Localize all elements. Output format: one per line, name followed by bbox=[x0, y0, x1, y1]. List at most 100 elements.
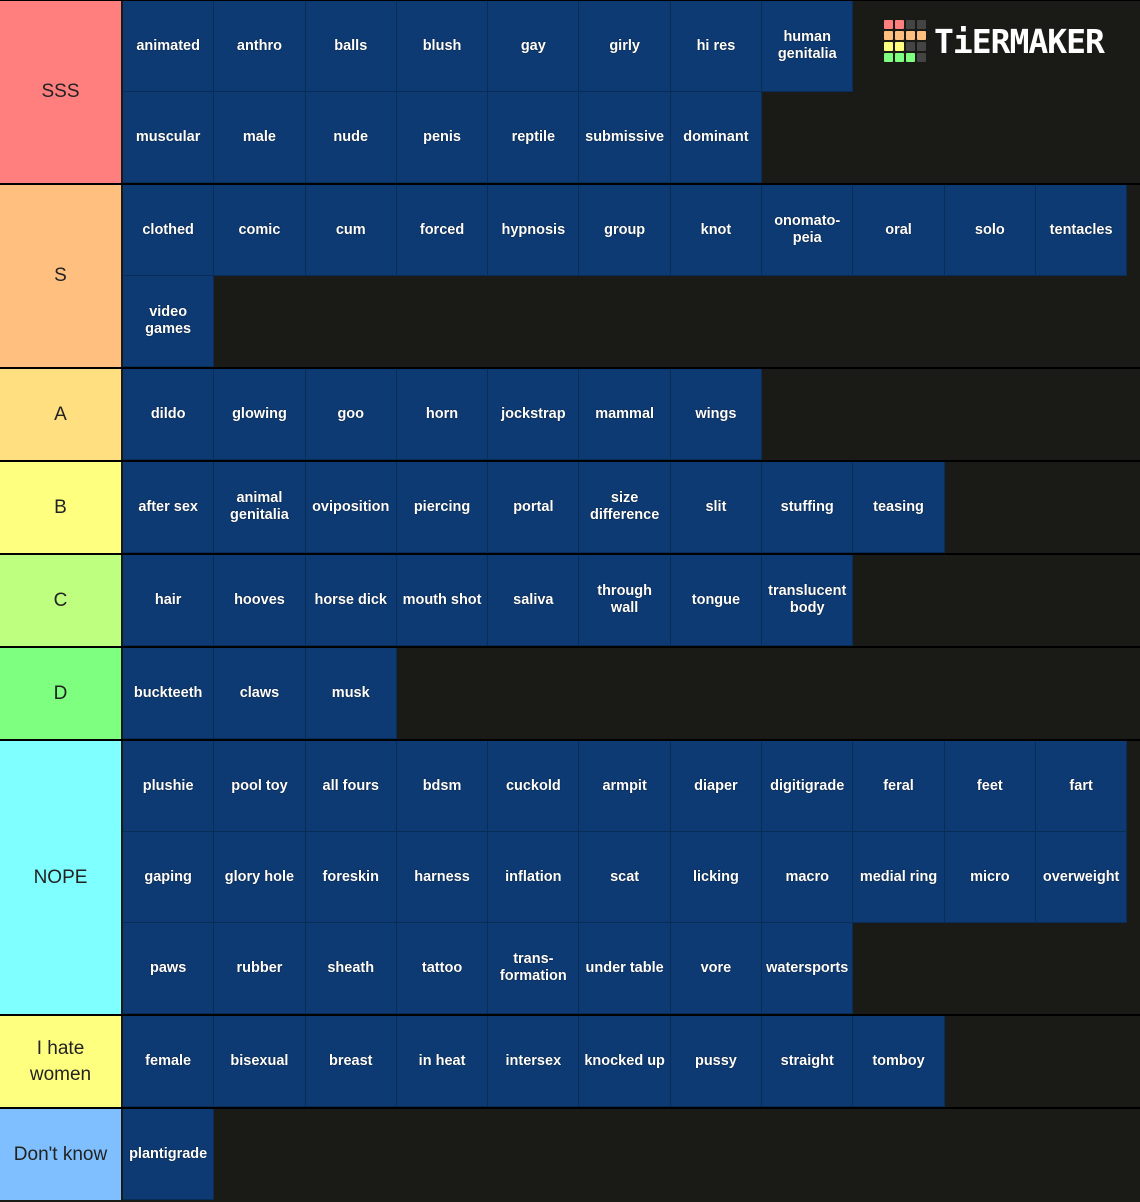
tier-item[interactable]: claws bbox=[214, 648, 306, 739]
tier-item[interactable]: knocked up bbox=[579, 1016, 671, 1107]
tier-item[interactable]: harness bbox=[396, 832, 489, 923]
tier-label[interactable]: C bbox=[0, 555, 123, 646]
tier-item[interactable]: animated bbox=[123, 1, 215, 92]
tier-item[interactable]: diaper bbox=[670, 741, 763, 832]
tier-item[interactable]: blush bbox=[396, 1, 489, 92]
tier-item[interactable]: through wall bbox=[579, 555, 671, 646]
tier-item[interactable]: pussy bbox=[670, 1016, 763, 1107]
tier-item[interactable]: in heat bbox=[396, 1016, 489, 1107]
tier-item[interactable]: male bbox=[214, 92, 306, 183]
tier-item[interactable]: human genitalia bbox=[762, 1, 854, 92]
tier-item[interactable]: mouth shot bbox=[396, 555, 489, 646]
tier-label[interactable]: B bbox=[0, 462, 123, 553]
tier-item[interactable]: overweight bbox=[1035, 832, 1128, 923]
tier-item[interactable]: balls bbox=[305, 1, 397, 92]
tier-item[interactable]: goo bbox=[305, 369, 397, 460]
tier-item[interactable]: reptile bbox=[488, 92, 580, 183]
tier-item[interactable]: horn bbox=[396, 369, 489, 460]
tier-item[interactable]: cuckold bbox=[488, 741, 580, 832]
tier-item[interactable]: straight bbox=[762, 1016, 854, 1107]
tier-item[interactable]: hypnosis bbox=[488, 185, 580, 276]
tier-item[interactable]: inflation bbox=[488, 832, 580, 923]
tier-item[interactable]: hooves bbox=[214, 555, 306, 646]
tier-label[interactable]: I hate women bbox=[0, 1016, 123, 1107]
tier-item[interactable]: pool toy bbox=[214, 741, 306, 832]
tier-item[interactable]: piercing bbox=[396, 462, 489, 553]
tier-item[interactable]: gaping bbox=[123, 832, 215, 923]
tier-item[interactable]: stuffing bbox=[762, 462, 854, 553]
tier-item[interactable]: forced bbox=[396, 185, 489, 276]
tier-item[interactable]: nude bbox=[305, 92, 397, 183]
tier-item[interactable]: breast bbox=[305, 1016, 397, 1107]
tier-item[interactable]: tattoo bbox=[396, 923, 489, 1014]
tier-item[interactable]: female bbox=[123, 1016, 215, 1107]
tier-item[interactable]: knot bbox=[670, 185, 763, 276]
tier-item[interactable]: dominant bbox=[670, 92, 763, 183]
tier-item[interactable]: medial ring bbox=[853, 832, 945, 923]
tier-item[interactable]: watersports bbox=[762, 923, 854, 1014]
tier-item[interactable]: digitigrade bbox=[762, 741, 854, 832]
tier-label[interactable]: Don't know bbox=[0, 1109, 123, 1200]
tier-item[interactable]: micro bbox=[944, 832, 1036, 923]
tier-item[interactable]: rubber bbox=[214, 923, 306, 1014]
tier-item[interactable]: intersex bbox=[488, 1016, 580, 1107]
tier-label[interactable]: SSS bbox=[0, 1, 123, 183]
tier-item[interactable]: fart bbox=[1035, 741, 1128, 832]
tier-item[interactable]: vore bbox=[670, 923, 763, 1014]
tier-item[interactable]: jockstrap bbox=[488, 369, 580, 460]
tier-item[interactable]: licking bbox=[670, 832, 763, 923]
tier-label[interactable]: S bbox=[0, 185, 123, 367]
tier-item[interactable]: solo bbox=[944, 185, 1036, 276]
tier-item[interactable]: oviposition bbox=[305, 462, 397, 553]
tier-item[interactable]: penis bbox=[396, 92, 489, 183]
tier-item[interactable]: wings bbox=[670, 369, 763, 460]
tier-item[interactable]: foreskin bbox=[305, 832, 397, 923]
tier-item[interactable]: portal bbox=[488, 462, 580, 553]
tier-item[interactable]: submissive bbox=[579, 92, 671, 183]
tier-item[interactable]: onomato- peia bbox=[762, 185, 854, 276]
tier-item[interactable]: scat bbox=[579, 832, 671, 923]
tier-item[interactable]: macro bbox=[762, 832, 854, 923]
tier-item[interactable]: trans- formation bbox=[488, 923, 580, 1014]
tier-label[interactable]: A bbox=[0, 369, 123, 460]
tier-item[interactable]: after sex bbox=[123, 462, 215, 553]
tier-item[interactable]: mammal bbox=[579, 369, 671, 460]
tier-item[interactable]: plantigrade bbox=[123, 1109, 215, 1200]
tier-item[interactable]: slit bbox=[670, 462, 763, 553]
tier-item[interactable]: oral bbox=[853, 185, 945, 276]
tier-item[interactable]: girly bbox=[579, 1, 671, 92]
tier-item[interactable]: bisexual bbox=[214, 1016, 306, 1107]
tier-item[interactable]: gay bbox=[488, 1, 580, 92]
tier-item[interactable]: tomboy bbox=[853, 1016, 945, 1107]
tier-item[interactable]: glowing bbox=[214, 369, 306, 460]
tier-item[interactable]: saliva bbox=[488, 555, 580, 646]
tier-item[interactable]: hair bbox=[123, 555, 215, 646]
tier-item[interactable]: animal genitalia bbox=[214, 462, 306, 553]
tier-item[interactable]: group bbox=[579, 185, 671, 276]
tier-item[interactable]: feral bbox=[853, 741, 945, 832]
tier-item[interactable]: cum bbox=[305, 185, 397, 276]
tier-item[interactable]: anthro bbox=[214, 1, 306, 92]
tier-item[interactable]: armpit bbox=[579, 741, 671, 832]
tier-item[interactable]: under table bbox=[579, 923, 671, 1014]
tier-label[interactable]: NOPE bbox=[0, 741, 123, 1014]
tier-item[interactable]: glory hole bbox=[214, 832, 306, 923]
tier-item[interactable]: comic bbox=[214, 185, 306, 276]
tier-item[interactable]: sheath bbox=[305, 923, 397, 1014]
tier-item[interactable]: clothed bbox=[123, 185, 215, 276]
tier-item[interactable]: musk bbox=[305, 648, 397, 739]
tier-item[interactable]: video games bbox=[123, 276, 215, 367]
tier-item[interactable]: dildo bbox=[123, 369, 215, 460]
tier-item[interactable]: bdsm bbox=[396, 741, 489, 832]
tier-item[interactable]: all fours bbox=[305, 741, 397, 832]
tier-label[interactable]: D bbox=[0, 648, 123, 739]
tier-item[interactable]: tongue bbox=[670, 555, 763, 646]
tier-item[interactable]: hi res bbox=[670, 1, 763, 92]
tier-item[interactable]: teasing bbox=[853, 462, 945, 553]
tier-item[interactable]: size difference bbox=[579, 462, 671, 553]
tier-item[interactable]: plushie bbox=[123, 741, 215, 832]
tier-item[interactable]: translucent body bbox=[762, 555, 854, 646]
tier-item[interactable]: tentacles bbox=[1035, 185, 1128, 276]
tier-item[interactable]: feet bbox=[944, 741, 1036, 832]
tier-item[interactable]: paws bbox=[123, 923, 215, 1014]
